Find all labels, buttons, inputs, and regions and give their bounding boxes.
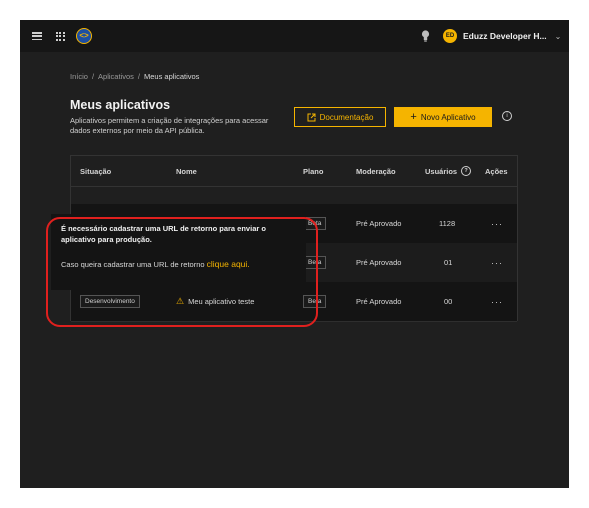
plan-badge: Beta <box>303 217 327 230</box>
moderation-cell: Pré Aprovado <box>356 297 402 306</box>
page-title: Meus aplicativos <box>70 98 171 112</box>
user-menu[interactable]: ED Eduzz Developer H... ⌄ <box>443 20 561 52</box>
actions-menu-icon[interactable]: ··· <box>491 282 503 321</box>
top-bar: <> ED Eduzz Developer H... ⌄ <box>20 20 569 52</box>
moderation-cell: Pré Aprovado <box>356 258 402 267</box>
breadcrumb-separator: / <box>91 72 95 81</box>
tooltip-cta-text: Caso queira cadastrar uma URL de retorno <box>61 260 205 269</box>
tooltip-message: É necessário cadastrar uma URL de retorn… <box>61 224 266 244</box>
app-window: <> ED Eduzz Developer H... ⌄ Início / Ap… <box>20 20 569 488</box>
plan-badge: Beta <box>303 256 327 269</box>
info-icon[interactable]: i <box>502 111 512 121</box>
users-cell: 1128 <box>439 219 456 228</box>
lightbulb-icon[interactable] <box>418 20 432 52</box>
users-cell: 01 <box>444 258 453 267</box>
new-app-label: Novo Aplicativo <box>420 112 476 122</box>
plan-cell: Beta <box>303 282 327 321</box>
header-moderacao: Moderação <box>356 166 396 176</box>
header-usuarios: Usuários ? <box>425 156 472 186</box>
status-badge: Desenvolvimento <box>80 295 140 308</box>
user-name: Eduzz Developer H... <box>463 31 547 41</box>
breadcrumb-home[interactable]: Início <box>70 72 88 81</box>
tooltip-cta: Caso queira cadastrar uma URL de retorno… <box>61 259 296 269</box>
breadcrumb-apps[interactable]: Aplicativos <box>98 72 134 81</box>
app-name: Meu aplicativo teste <box>188 297 255 306</box>
plan-cell: Beta <box>303 204 327 243</box>
help-icon[interactable]: ? <box>461 166 472 176</box>
external-link-icon <box>307 113 316 121</box>
page-subtitle: Aplicativos permitem a criação de integr… <box>70 116 269 135</box>
actions-menu-icon[interactable]: ··· <box>491 204 503 243</box>
hamburger-icon[interactable] <box>30 20 44 52</box>
header-nome: Nome <box>176 166 197 176</box>
users-cell: 00 <box>444 297 453 306</box>
table-header: Situação Nome Plano Moderação Usuários ?… <box>71 156 517 187</box>
documentation-button[interactable]: Documentação <box>294 107 386 127</box>
logo-glyph: <> <box>79 31 89 40</box>
grid-icon[interactable] <box>53 20 67 52</box>
documentation-label: Documentação <box>319 112 374 122</box>
breadcrumb-separator: / <box>137 72 140 81</box>
header-acoes: Ações <box>485 166 508 176</box>
warning-icon[interactable]: ⚠ <box>176 296 184 307</box>
warning-tooltip: É necessário cadastrar uma URL de retorn… <box>51 214 306 290</box>
moderation-cell: Pré Aprovado <box>356 219 402 228</box>
actions-menu-icon[interactable]: ··· <box>491 243 503 282</box>
plus-icon: + <box>410 111 417 123</box>
register-url-link[interactable]: clique aqui. <box>207 259 250 269</box>
plan-cell: Beta <box>303 243 327 282</box>
header-situacao: Situação <box>80 166 112 176</box>
header-plano: Plano <box>303 166 324 176</box>
avatar: ED <box>443 29 457 43</box>
breadcrumb: Início / Aplicativos / Meus aplicativos <box>70 72 199 81</box>
plan-badge: Beta <box>303 295 327 308</box>
new-app-button[interactable]: + Novo Aplicativo <box>394 107 492 127</box>
breadcrumb-current: Meus aplicativos <box>143 72 200 81</box>
header-usuarios-label: Usuários <box>425 166 458 176</box>
eduzz-logo-icon[interactable]: <> <box>74 20 94 52</box>
chevron-down-icon: ⌄ <box>554 31 562 41</box>
